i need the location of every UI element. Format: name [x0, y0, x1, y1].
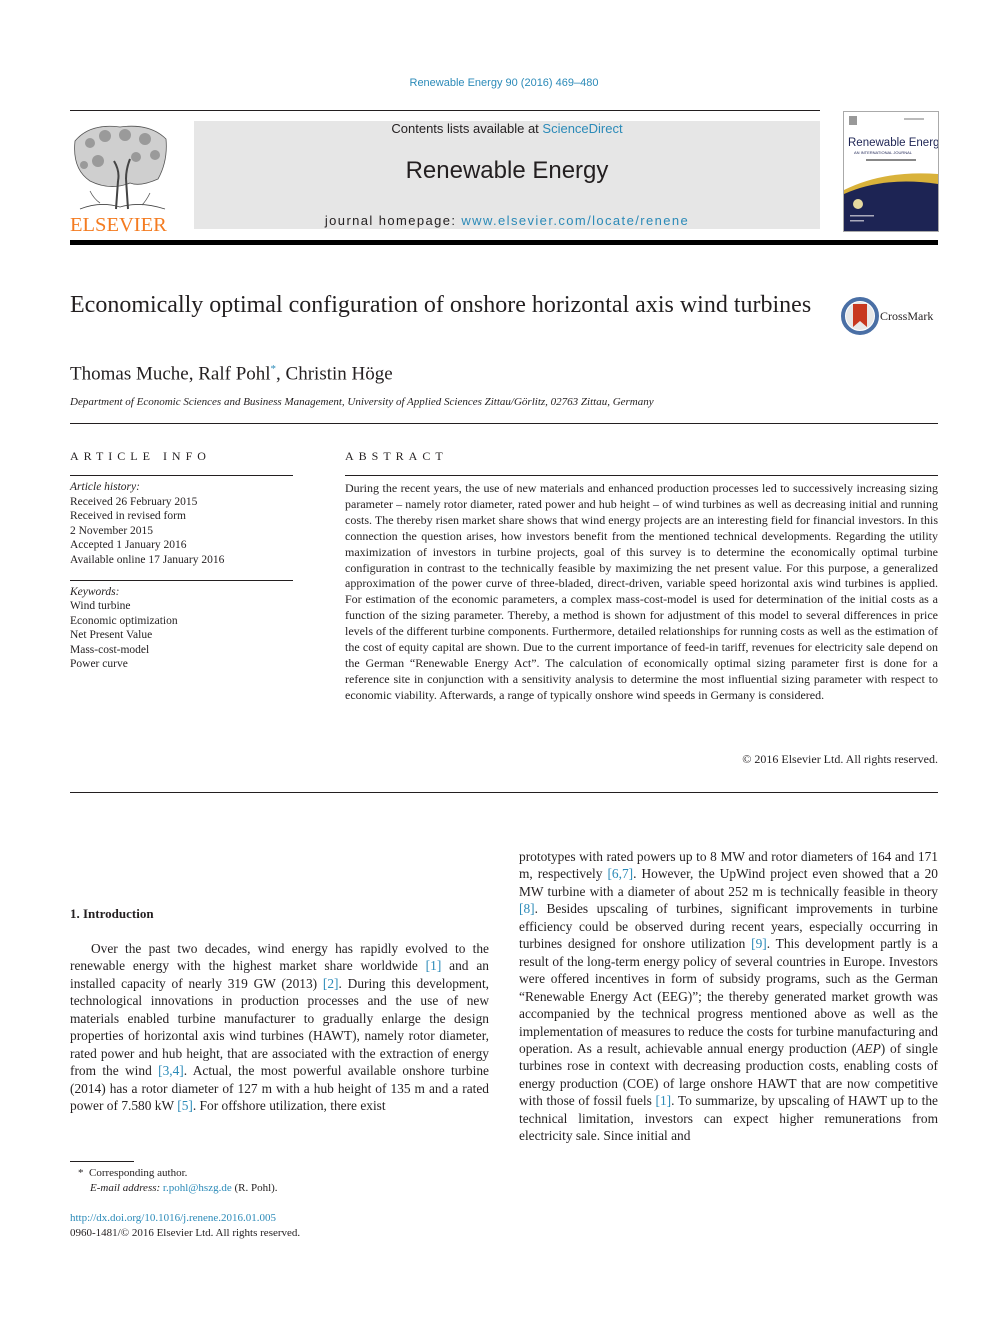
- body-column-right: prototypes with rated powers up to 8 MW …: [519, 848, 938, 1145]
- author-separator: ,: [276, 363, 286, 385]
- homepage-link[interactable]: www.elsevier.com/locate/renene: [461, 213, 689, 228]
- citation-link[interactable]: [2]: [323, 976, 339, 991]
- header-top-rule: [70, 110, 820, 111]
- journal-cover-image: Renewable Energy AN INTERNATIONAL JOURNA…: [844, 112, 938, 231]
- citation-link[interactable]: [5]: [177, 1098, 193, 1113]
- corresponding-author-footnote: * Corresponding author. E-mail address: …: [78, 1166, 278, 1196]
- journal-cover-thumbnail[interactable]: Renewable Energy AN INTERNATIONAL JOURNA…: [843, 111, 939, 232]
- header-thick-rule: [70, 240, 938, 245]
- citation-link[interactable]: [1]: [426, 958, 442, 973]
- article-info-heading: ARTICLE INFO: [70, 449, 211, 463]
- elsevier-wordmark: ELSEVIER: [70, 214, 167, 233]
- divider: [70, 475, 293, 476]
- author-name[interactable]: Ralf Pohl: [198, 363, 270, 384]
- keywords-label: Keywords:: [70, 586, 120, 598]
- homepage-prefix: journal homepage:: [324, 213, 462, 228]
- section-heading-introduction: 1. Introduction: [70, 906, 154, 921]
- journal-citation[interactable]: Renewable Energy 90 (2016) 469–480: [0, 77, 992, 89]
- citation-link[interactable]: [3,4]: [158, 1063, 184, 1078]
- body-paragraph: Over the past two decades, wind energy h…: [70, 941, 490, 1114]
- history-item: Received 26 February 2015: [70, 495, 198, 508]
- email-label: E-mail address:: [90, 1182, 161, 1194]
- doi-block: http://dx.doi.org/10.1016/j.renene.2016.…: [70, 1211, 300, 1241]
- doi-link[interactable]: http://dx.doi.org/10.1016/j.renene.2016.…: [70, 1211, 300, 1226]
- author-name[interactable]: Thomas Muche: [70, 363, 189, 384]
- keyword: Economic optimization: [70, 614, 178, 627]
- cover-title: Renewable Energy: [848, 137, 938, 149]
- italic-term: AEP: [856, 1040, 881, 1056]
- body-paragraph: prototypes with rated powers up to 8 MW …: [519, 849, 938, 1144]
- crossmark-label: CrossMark: [880, 309, 933, 323]
- keyword: Power curve: [70, 658, 128, 671]
- citation-link[interactable]: [8]: [519, 901, 535, 916]
- contents-line: Contents lists available at ScienceDirec…: [194, 121, 820, 136]
- history-item: Received in revised form: [70, 510, 186, 523]
- author-affiliation: Department of Economic Sciences and Busi…: [70, 396, 654, 408]
- email-suffix: (R. Pohl).: [231, 1182, 278, 1194]
- divider: [70, 792, 938, 793]
- history-item: Accepted 1 January 2016: [70, 539, 187, 552]
- divider: [345, 475, 938, 476]
- issn-copyright: 0960-1481/© 2016 Elsevier Ltd. All right…: [70, 1227, 301, 1239]
- history-item: 2 November 2015: [70, 524, 154, 537]
- abstract-copyright: © 2016 Elsevier Ltd. All rights reserved…: [742, 752, 938, 766]
- abstract-text: During the recent years, the use of new …: [345, 481, 938, 702]
- keyword: Wind turbine: [70, 600, 131, 613]
- citation-link[interactable]: [9]: [751, 936, 767, 951]
- contents-prefix: Contents lists available at: [391, 121, 543, 136]
- keywords: Keywords: Wind turbine Economic optimiza…: [70, 585, 293, 671]
- homepage-line: journal homepage: www.elsevier.com/locat…: [194, 213, 820, 228]
- divider: [70, 580, 293, 581]
- history-item: Available online 17 January 2016: [70, 553, 225, 566]
- footnote-marker: *: [78, 1167, 84, 1179]
- journal-banner: Contents lists available at ScienceDirec…: [194, 121, 820, 229]
- abstract-heading: ABSTRACT: [345, 449, 448, 463]
- cover-subtitle: AN INTERNATIONAL JOURNAL: [854, 150, 913, 155]
- crossmark-badge[interactable]: CrossMark: [840, 296, 940, 336]
- email-link[interactable]: r.pohl@hszg.de: [163, 1182, 232, 1194]
- article-title: Economically optimal configuration of on…: [70, 292, 812, 318]
- elsevier-tree-icon: ELSEVIER: [70, 125, 167, 236]
- crossmark-icon: CrossMark: [841, 297, 933, 335]
- divider: [70, 423, 938, 424]
- journal-name: Renewable Energy: [405, 157, 609, 184]
- footnote-corresponding: Corresponding author.: [89, 1167, 188, 1179]
- article-history-label: Article history:: [70, 481, 140, 493]
- sciencedirect-link[interactable]: ScienceDirect: [542, 121, 622, 136]
- citation-link[interactable]: [1]: [656, 1093, 672, 1108]
- footnote-rule: [70, 1161, 134, 1162]
- keyword: Net Present Value: [70, 629, 153, 642]
- author-separator: ,: [188, 363, 199, 385]
- author-name[interactable]: Christin Höge: [286, 363, 393, 384]
- keyword: Mass-cost-model: [70, 643, 150, 656]
- article-history: Article history: Received 26 February 20…: [70, 480, 293, 568]
- body-column-left: Over the past two decades, wind energy h…: [70, 940, 489, 1115]
- elsevier-logo[interactable]: ELSEVIER: [70, 121, 170, 236]
- author-list: Thomas Muche, Ralf Pohl*, Christin Höge: [70, 363, 393, 385]
- citation-link[interactable]: [6,7]: [607, 866, 633, 881]
